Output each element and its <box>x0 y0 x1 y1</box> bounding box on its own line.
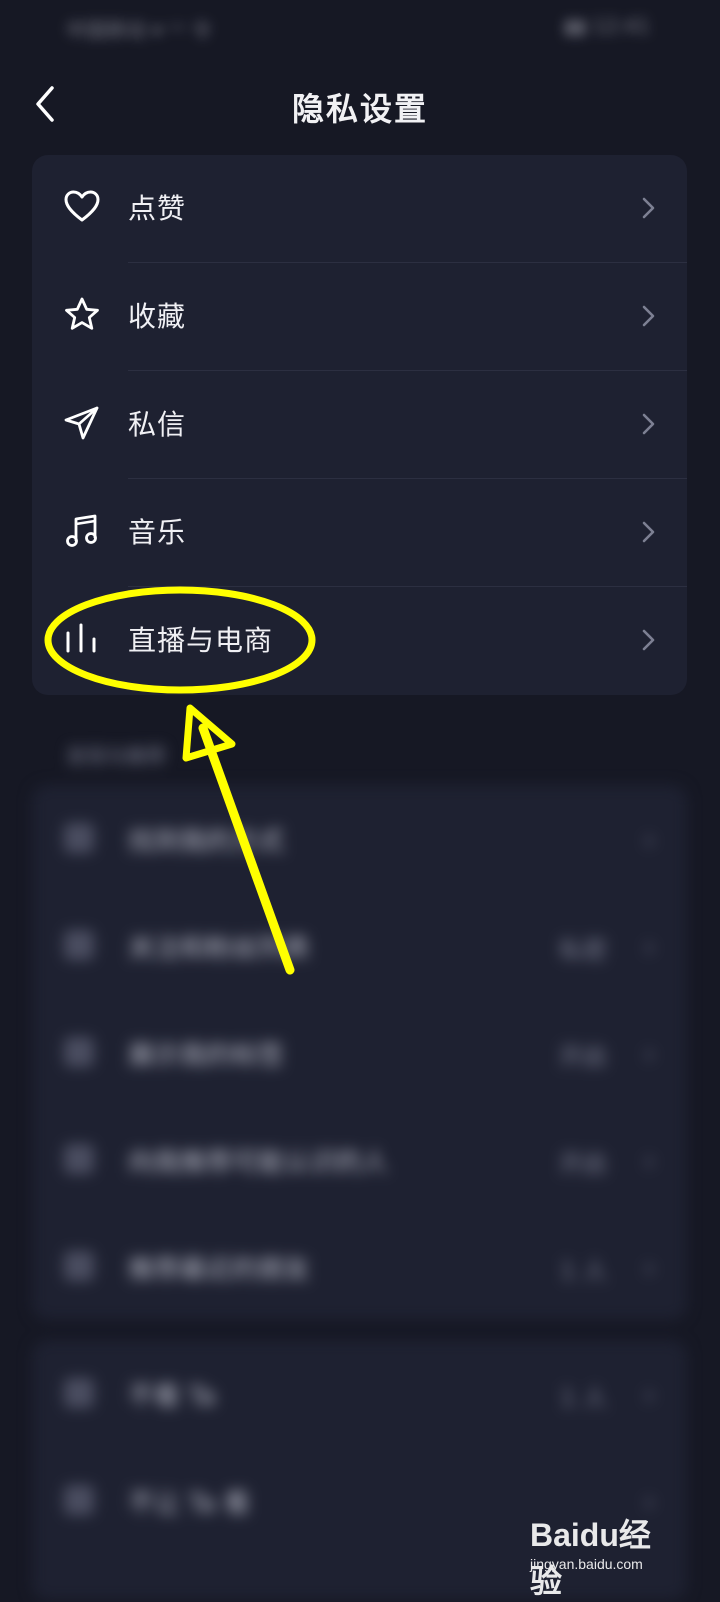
chevron-right-icon <box>642 305 655 327</box>
status-time: ▮▮ 12:41 <box>563 14 650 38</box>
list-item-value: 开启 <box>559 1150 607 1178</box>
list-item-label: 不看 Ta <box>128 1382 216 1412</box>
paper-plane-icon <box>64 406 99 440</box>
section-label: 发现与推荐 <box>66 744 166 768</box>
chevron-right-icon: › <box>643 1251 655 1284</box>
chevron-right-icon: › <box>643 1378 655 1411</box>
person-add-icon <box>64 1144 94 1174</box>
menu-item-music[interactable]: 音乐 <box>32 479 687 587</box>
hide-icon <box>64 1378 94 1408</box>
person-icon <box>64 823 94 853</box>
menu-item-likes[interactable]: 点赞 <box>32 155 687 263</box>
friends-icon <box>64 1251 94 1281</box>
chevron-right-icon <box>642 521 655 543</box>
star-icon <box>65 297 99 330</box>
chevron-right-icon: › <box>643 930 655 963</box>
list-item-label: 关注和粉丝列表 <box>128 934 311 964</box>
menu-item-label: 直播与电商 <box>128 624 274 657</box>
discovery-card: 找到我的方式 › 关注和粉丝列表 私密 › 展示我的标签 开启 › 向我推荐可能… <box>32 785 687 1320</box>
chevron-right-icon <box>642 629 655 651</box>
list-item[interactable]: 不看 Ta 1 人 › <box>32 1340 687 1447</box>
menu-item-favorites[interactable]: 收藏 <box>32 263 687 371</box>
blurred-discovery-section: 发现与推荐 找到我的方式 › 关注和粉丝列表 私密 › 展示我的标签 开启 › … <box>0 700 720 1600</box>
live-bars-icon <box>66 623 96 653</box>
menu-item-live-commerce[interactable]: 直播与电商 <box>32 587 687 695</box>
menu-item-label: 收藏 <box>128 300 187 333</box>
list-item-value: 开启 <box>559 1043 607 1071</box>
list-item-value: 1 人 <box>560 1257 607 1285</box>
menu-item-label: 私信 <box>128 408 187 441</box>
list-item-label: 不让 Ta 看 <box>128 1489 251 1519</box>
list-item[interactable]: 推荐最近的朋友 1 人 › <box>32 1213 687 1320</box>
chevron-right-icon: › <box>643 823 655 856</box>
header: 隐私设置 <box>0 60 720 150</box>
list-item-label: 找到我的方式 <box>128 827 285 857</box>
status-bar: 中国移动 ▾ ᵛᵒ 令 ▮▮ 12:41 <box>0 0 720 52</box>
heart-icon <box>64 190 100 222</box>
chevron-right-icon <box>642 413 655 435</box>
list-item-label: 推荐最近的朋友 <box>128 1255 311 1285</box>
list-item[interactable]: 展示我的标签 开启 › <box>32 999 687 1106</box>
music-note-icon <box>66 514 97 547</box>
list-item[interactable]: 关注和粉丝列表 私密 › <box>32 892 687 999</box>
chevron-right-icon: › <box>643 1037 655 1070</box>
list-item-label: 展示我的标签 <box>128 1041 285 1071</box>
chevron-right-icon <box>642 197 655 219</box>
chevron-right-icon: › <box>643 1144 655 1177</box>
privacy-menu-card: 点赞 收藏 私信 音乐 直播与电商 <box>32 155 687 695</box>
tag-icon <box>64 1037 94 1067</box>
baidu-jingyan-watermark: Baidu经验 jingyan.baidu.com <box>530 1510 680 1599</box>
status-carrier: 中国移动 ▾ ᵛᵒ 令 <box>66 18 212 42</box>
list-item[interactable]: 向我推荐可能认识的人 开启 › <box>32 1106 687 1213</box>
list-item-value: 私密 <box>559 936 607 964</box>
page-title: 隐私设置 <box>291 90 428 128</box>
block-icon <box>64 1485 94 1515</box>
menu-item-label: 音乐 <box>128 516 187 549</box>
menu-item-messages[interactable]: 私信 <box>32 371 687 479</box>
watermark-url: jingyan.baidu.com <box>530 1556 643 1572</box>
list-item-value: 1 人 <box>560 1384 607 1412</box>
list-item-label: 向我推荐可能认识的人 <box>128 1148 389 1178</box>
list-item[interactable]: 找到我的方式 › <box>32 785 687 892</box>
people-icon <box>64 930 94 960</box>
menu-item-label: 点赞 <box>128 192 187 225</box>
